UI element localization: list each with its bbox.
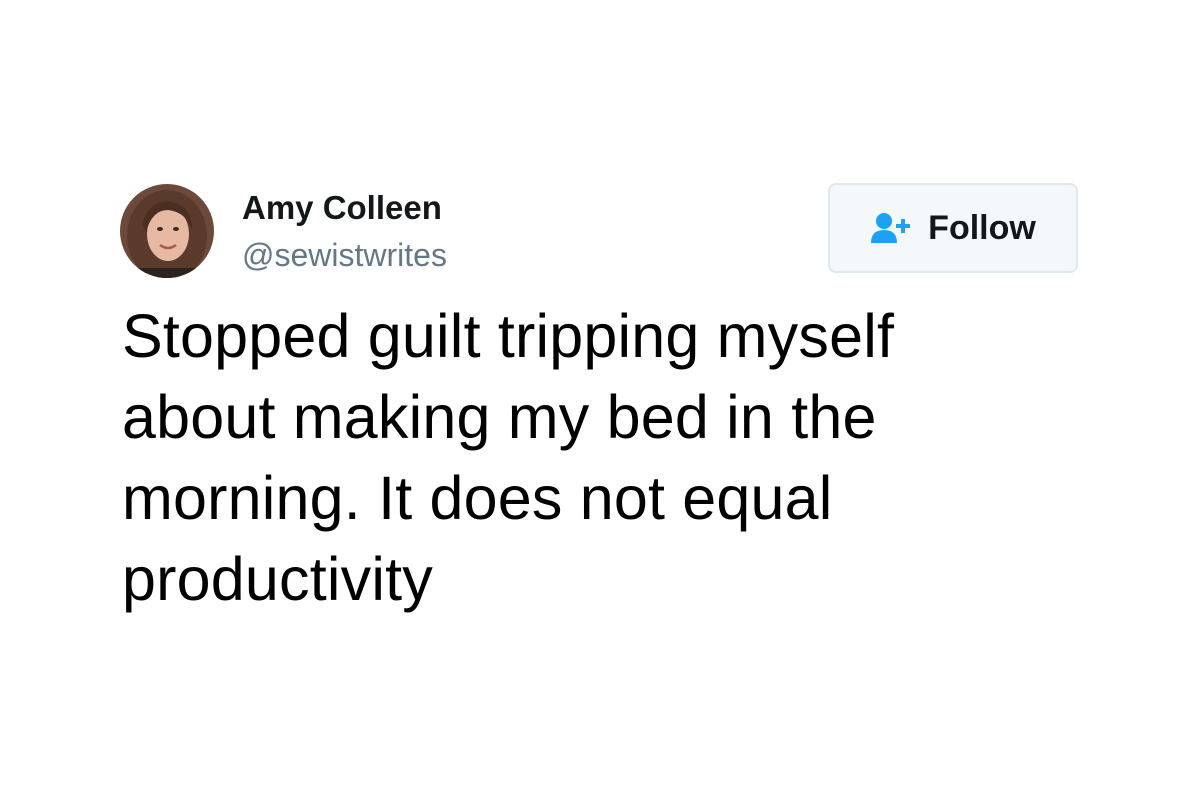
avatar[interactable] bbox=[120, 184, 214, 278]
avatar-image bbox=[120, 184, 214, 278]
follow-button-label: Follow bbox=[928, 208, 1036, 247]
author-handle[interactable]: @sewistwrites bbox=[242, 234, 447, 276]
tweet-text-line: about making my bed in the bbox=[122, 383, 877, 451]
tweet-text-line: Stopped guilt tripping myself bbox=[122, 302, 895, 370]
tweet-text-line: productivity bbox=[122, 545, 433, 613]
tweet-card: Amy Colleen @sewistwrites Follow Stopped… bbox=[0, 0, 1200, 800]
add-user-icon bbox=[870, 212, 916, 244]
author-display-name[interactable]: Amy Colleen bbox=[242, 186, 442, 230]
follow-button[interactable]: Follow bbox=[828, 183, 1078, 273]
tweet-text: Stopped guilt tripping myself about maki… bbox=[122, 296, 1062, 620]
tweet-text-line: morning. It does not equal bbox=[122, 464, 833, 532]
